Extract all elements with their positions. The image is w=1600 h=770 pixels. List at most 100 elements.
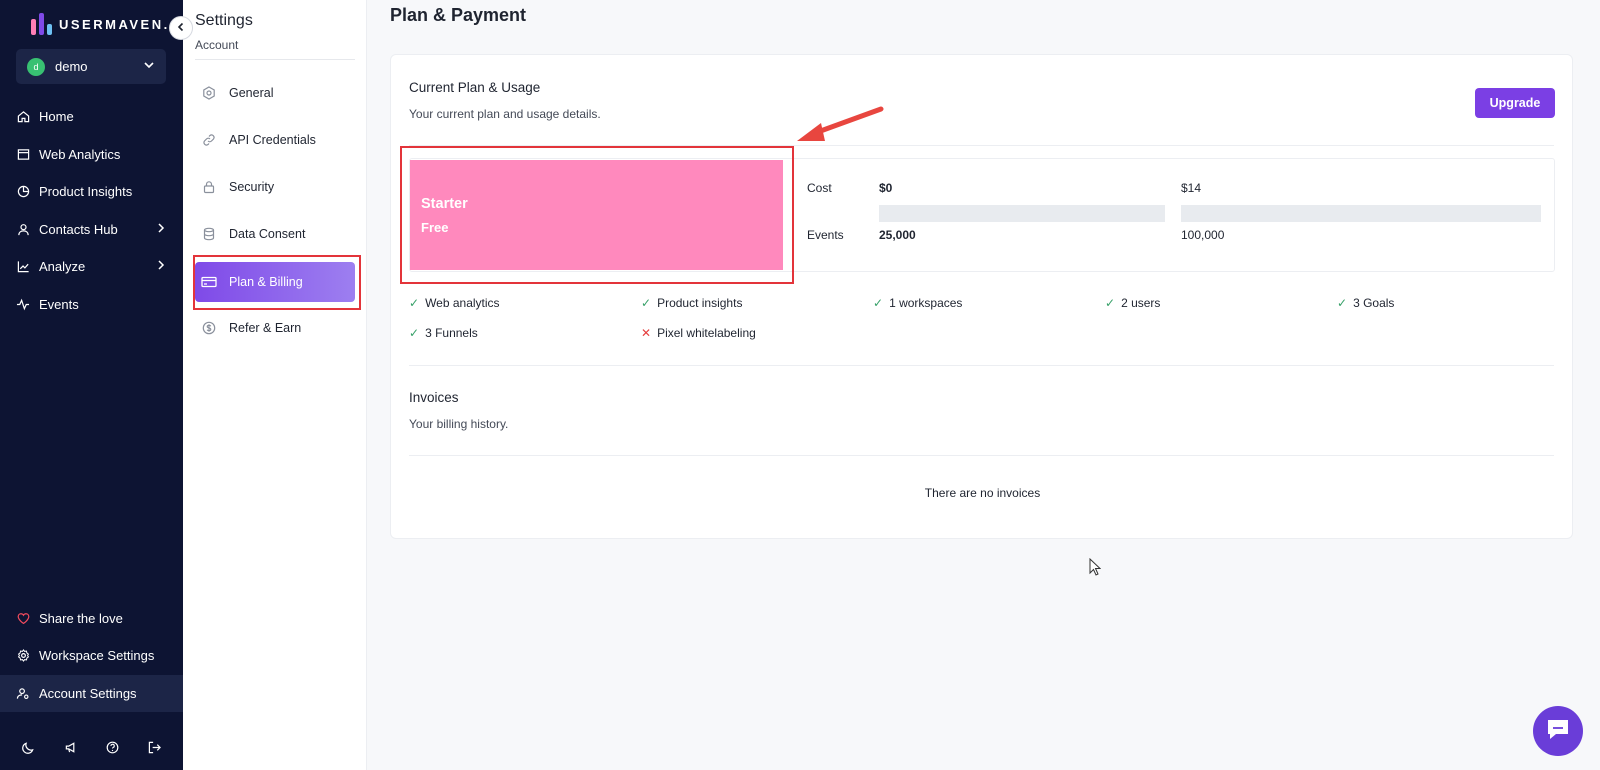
- settings-item-label: Refer & Earn: [229, 321, 302, 335]
- check-icon: ✓: [1105, 296, 1116, 310]
- logout-icon[interactable]: [148, 741, 161, 759]
- brand-name: USERMAVEN.: [59, 16, 170, 32]
- chevron-down-icon: [143, 58, 155, 76]
- feature-item: ✓ Web analytics: [409, 296, 500, 310]
- sidebar-item-label: Workspace Settings: [39, 648, 155, 663]
- sidebar-item-web-analytics[interactable]: Web Analytics: [0, 136, 183, 173]
- current-plan-subtitle: Your current plan and usage details.: [409, 107, 601, 121]
- current-plan-title: Current Plan & Usage: [409, 80, 541, 95]
- sidebar-item-label: Share the love: [39, 611, 123, 626]
- feature-label: 1 workspaces: [889, 296, 963, 310]
- link-icon: [201, 132, 217, 148]
- mouse-cursor-icon: [1089, 558, 1101, 576]
- logo-icon: [31, 13, 52, 35]
- chevron-left-icon: [176, 19, 186, 37]
- chevron-right-icon: [156, 222, 166, 237]
- sidebar-item-label: Events: [39, 297, 79, 312]
- sidebar-item-product-insights[interactable]: Product Insights: [0, 173, 183, 210]
- cost-label: Cost: [807, 181, 832, 195]
- sidebar-item-events[interactable]: Events: [0, 286, 183, 323]
- dollar-icon: [201, 320, 217, 336]
- settings-title: Settings: [195, 12, 253, 29]
- settings-item-api-credentials[interactable]: API Credentials: [195, 120, 355, 160]
- megaphone-icon[interactable]: [64, 741, 78, 759]
- usage-bar-current: [879, 205, 1165, 222]
- help-icon[interactable]: [106, 741, 119, 759]
- collapse-sidebar-button[interactable]: [169, 16, 193, 40]
- next-cost: $14: [1181, 181, 1202, 195]
- moon-icon[interactable]: [22, 741, 35, 759]
- events-label: Events: [807, 228, 844, 242]
- sidebar-item-share-the-love[interactable]: Share the love: [0, 600, 183, 637]
- settings-panel: Settings Account General API Credentials…: [183, 0, 367, 770]
- sidebar-footer: [0, 737, 183, 763]
- check-icon: ✓: [873, 296, 884, 310]
- sidebar-item-label: Web Analytics: [39, 147, 121, 162]
- feature-label: 3 Funnels: [425, 326, 478, 340]
- workspace-avatar: d: [27, 57, 45, 76]
- settings-item-refer-earn[interactable]: Refer & Earn: [195, 308, 355, 348]
- feature-label: Product insights: [657, 296, 743, 310]
- chat-icon: [1545, 717, 1571, 746]
- workspace-select[interactable]: d demo: [16, 49, 166, 84]
- settings-subtitle: Account: [195, 38, 239, 52]
- heart-icon: [16, 612, 30, 626]
- feature-item: ✓ 3 Goals: [1337, 296, 1394, 310]
- settings-item-label: API Credentials: [229, 133, 316, 147]
- sidebar-item-label: Analyze: [39, 259, 86, 274]
- feature-item: ✓ Product insights: [641, 296, 742, 310]
- upgrade-button[interactable]: Upgrade: [1475, 88, 1555, 118]
- feature-label: 2 users: [1121, 296, 1161, 310]
- sidebar-item-account-settings[interactable]: Account Settings: [0, 675, 183, 712]
- user-icon: [16, 223, 30, 237]
- settings-item-label: Security: [229, 180, 275, 194]
- highlight-annotation-plan-billing: [193, 255, 361, 310]
- settings-item-data-consent[interactable]: Data Consent: [195, 214, 355, 254]
- feature-item: ✓ 1 workspaces: [873, 296, 962, 310]
- sidebar-item-home[interactable]: Home: [0, 98, 183, 135]
- main-sidebar: USERMAVEN. d demo Home Web Analytics Pro…: [0, 0, 183, 770]
- window-icon: [16, 148, 30, 162]
- sidebar-item-analyze[interactable]: Analyze: [0, 248, 183, 285]
- chevron-right-icon: [156, 259, 166, 274]
- workspace-name: demo: [55, 59, 88, 74]
- sidebar-item-label: Contacts Hub: [39, 222, 118, 237]
- highlight-annotation-plan-tile: [400, 146, 794, 284]
- invoices-subtitle: Your billing history.: [409, 417, 509, 431]
- gear-icon: [201, 85, 217, 101]
- feature-label: 3 Goals: [1353, 296, 1395, 310]
- settings-divider: [195, 59, 355, 60]
- divider: [409, 365, 1554, 366]
- user-cog-icon: [16, 687, 30, 701]
- database-icon: [201, 226, 217, 242]
- settings-item-general[interactable]: General: [195, 73, 355, 113]
- settings-item-label: General: [229, 86, 274, 100]
- usage-bar-next: [1181, 205, 1541, 222]
- usermaven-logo[interactable]: USERMAVEN.: [31, 12, 170, 36]
- gear-icon: [16, 649, 30, 663]
- sidebar-item-contacts-hub[interactable]: Contacts Hub: [0, 211, 183, 248]
- settings-item-security[interactable]: Security: [195, 167, 355, 207]
- next-events: 100,000: [1181, 228, 1225, 242]
- cross-icon: ✕: [641, 326, 652, 340]
- invoices-title: Invoices: [409, 390, 459, 405]
- settings-item-label: Data Consent: [229, 227, 306, 241]
- feature-item: ✓ 2 users: [1105, 296, 1160, 310]
- page-title: Plan & Payment: [390, 5, 527, 25]
- annotation-arrow-icon: [797, 106, 884, 141]
- sidebar-item-label: Product Insights: [39, 184, 133, 199]
- lock-icon: [201, 179, 217, 195]
- feature-item: ✕ Pixel whitelabeling: [641, 326, 756, 340]
- divider: [409, 455, 1554, 456]
- chat-support-button[interactable]: [1533, 706, 1583, 756]
- feature-label: Pixel whitelabeling: [657, 326, 756, 340]
- sidebar-item-label: Account Settings: [39, 686, 137, 701]
- current-events: 25,000: [879, 228, 916, 242]
- no-invoices-message: There are no invoices: [924, 486, 1041, 500]
- check-icon: ✓: [409, 296, 420, 310]
- pie-chart-icon: [16, 185, 30, 199]
- pulse-icon: [16, 298, 30, 312]
- sidebar-item-label: Home: [39, 109, 74, 124]
- check-icon: ✓: [409, 326, 420, 340]
- sidebar-item-workspace-settings[interactable]: Workspace Settings: [0, 637, 183, 674]
